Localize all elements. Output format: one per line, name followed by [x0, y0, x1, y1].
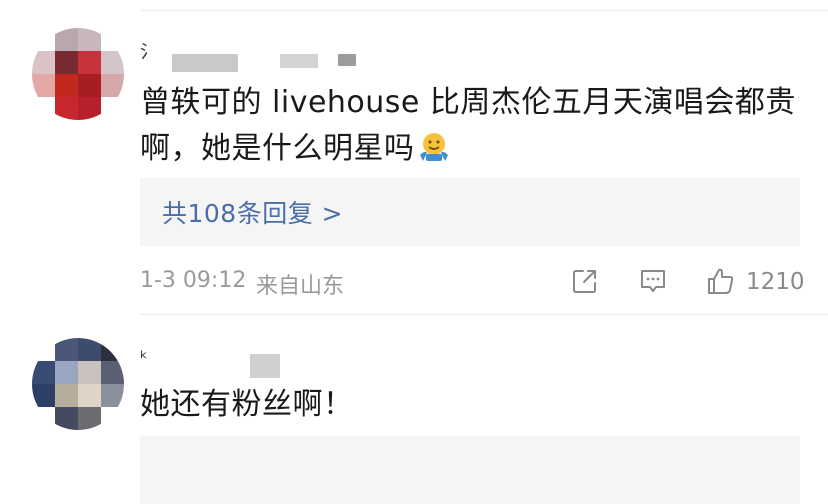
comment-icon[interactable]: [638, 266, 668, 296]
comment-text-line: 啊，她是什么明星吗: [140, 126, 800, 172]
replies-box[interactable]: 共108条回复 >: [140, 178, 800, 246]
comment-text-line-2: 啊，她是什么明星吗: [140, 131, 415, 166]
username-mosaic: [172, 54, 238, 72]
comment-item: ᵏ 她还有粉丝啊！: [0, 330, 828, 504]
avatar[interactable]: [32, 28, 124, 120]
share-icon[interactable]: [570, 266, 600, 296]
view-replies-link[interactable]: 共108条回复 >: [162, 194, 343, 230]
timestamp: 1-3 09:12: [140, 268, 247, 293]
comment-text-line: 曾轶可的 livehouse 比周杰伦五月天演唱会都贵: [140, 85, 796, 120]
comment-text-line: 她还有粉丝啊！: [140, 387, 354, 422]
comment-item: 氵 曾轶可的 livehouse 比周杰伦五月天演唱会都贵 啊，她是什么明星吗 …: [0, 28, 828, 315]
username-mosaic: [338, 54, 356, 66]
comment-divider: [140, 314, 828, 315]
shrug-emoji-icon: [419, 133, 448, 161]
top-divider: [140, 10, 828, 11]
like-count: 1210: [746, 269, 805, 295]
avatar[interactable]: [32, 338, 124, 430]
location: 来自山东: [256, 274, 345, 299]
comment-text: 她还有粉丝啊！: [140, 382, 800, 428]
thumbs-up-icon[interactable]: [706, 266, 736, 296]
username-visible-char: 氵: [140, 42, 158, 63]
comment-meta: 1-3 09:12 来自山东 1210: [140, 266, 805, 299]
replies-box[interactable]: [140, 436, 800, 504]
comment-text: 曾轶可的 livehouse 比周杰伦五月天演唱会都贵 啊，她是什么明星吗: [140, 80, 800, 172]
username-mosaic: [250, 354, 280, 378]
username-mosaic: [280, 54, 318, 68]
username-visible-char: ᵏ: [140, 348, 148, 369]
